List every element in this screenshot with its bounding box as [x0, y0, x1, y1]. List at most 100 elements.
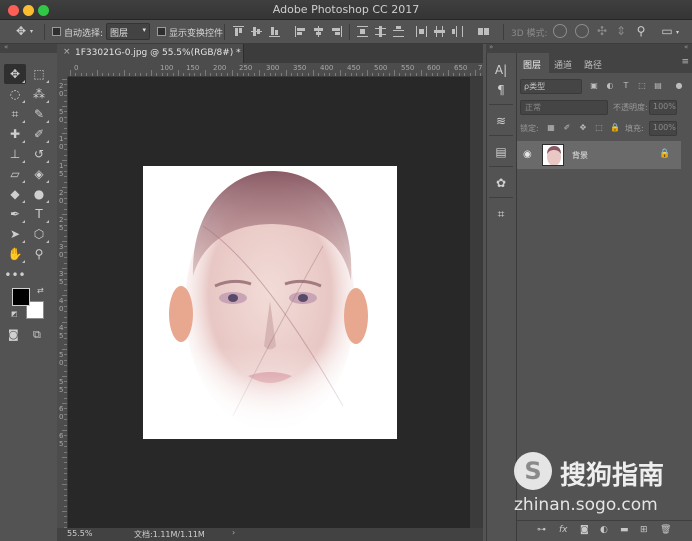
hand-tool-icon[interactable]: ✋	[4, 244, 26, 264]
shape-filter-icon[interactable]: ⬚	[637, 81, 647, 91]
distribute-bottom-icon[interactable]	[393, 26, 404, 37]
healing-brush-tool-icon[interactable]: ✚	[4, 124, 26, 144]
fill-field[interactable]: 100%	[649, 121, 677, 136]
new-layer-icon[interactable]: ⊞	[640, 525, 648, 535]
ruler-corner[interactable]	[57, 63, 68, 77]
adjustment-filter-icon[interactable]: ◐	[605, 81, 615, 91]
properties-panel-icon[interactable]: ▤	[490, 142, 512, 162]
eyedropper-tool-icon[interactable]: ✎	[28, 104, 50, 124]
lasso-tool-icon[interactable]: ◌	[4, 84, 26, 104]
pixel-filter-icon[interactable]: ▣	[589, 81, 599, 91]
fx-icon[interactable]: fx	[559, 525, 568, 535]
distribute-vcenter-icon[interactable]	[375, 26, 386, 37]
magic-wand-tool-icon[interactable]: ⁂	[28, 84, 50, 104]
collapse-icon[interactable]: «	[4, 43, 8, 51]
layer-name[interactable]: 背景	[572, 150, 588, 161]
blend-mode-dropdown[interactable]: 正常	[520, 100, 608, 115]
lock-transparent-icon[interactable]: ▦	[546, 123, 556, 133]
default-colors-icon[interactable]: ◩	[11, 310, 18, 318]
close-icon[interactable]: ×	[63, 47, 71, 57]
show-transform-checkbox[interactable]	[157, 27, 166, 36]
paint-bucket-tool-icon[interactable]: ◈	[28, 164, 50, 184]
3d-slide-icon[interactable]: ⇕	[614, 24, 628, 38]
workspace-icon[interactable]: ▭	[660, 24, 674, 38]
link-layers-icon[interactable]: ⊶	[537, 525, 546, 535]
zoom-tool-icon[interactable]: ⚲	[28, 244, 50, 264]
3d-pan-icon[interactable]: ✣	[595, 24, 609, 38]
distribute-left-icon[interactable]	[416, 26, 427, 37]
expand-icon[interactable]: »	[489, 43, 493, 51]
auto-select-checkbox[interactable]	[52, 27, 61, 36]
align-bottom-icon[interactable]	[269, 26, 280, 37]
lock-image-icon[interactable]: ✐	[562, 123, 572, 133]
lock-all-icon[interactable]: 🔒	[610, 123, 620, 133]
screen-mode-icon[interactable]: ⧉	[33, 328, 41, 342]
auto-align-layers-icon[interactable]	[478, 26, 489, 37]
chevron-down-icon[interactable]: ▾	[676, 29, 679, 36]
3d-rotate-icon[interactable]	[553, 24, 567, 38]
crop-tool-icon[interactable]: ⌗	[4, 104, 26, 124]
character-panel-icon[interactable]: A|	[490, 60, 512, 80]
chevron-right-icon[interactable]: ›	[232, 528, 235, 537]
align-right-icon[interactable]	[331, 26, 342, 37]
align-left-icon[interactable]	[295, 26, 306, 37]
distribute-hcenter-icon[interactable]	[434, 26, 445, 37]
vertical-ruler[interactable]: 2 0 5 0 1 0 1 5 2 0 2 5 3 0 3 5 4 0 4 5 …	[57, 77, 68, 528]
filter-toggle-icon[interactable]: ●	[674, 81, 684, 91]
dock-header[interactable]: » «	[486, 43, 692, 53]
eraser-tool-icon[interactable]: ▱	[4, 164, 26, 184]
document-image[interactable]	[143, 166, 397, 439]
panel-menu-icon[interactable]: ≡	[681, 57, 689, 67]
add-mask-icon[interactable]: ◙	[580, 525, 589, 535]
document-tab[interactable]: × 1F33021G-0.jpg @ 55.5%(RGB/8#) *	[57, 44, 244, 63]
smart-object-filter-icon[interactable]: ▤	[653, 81, 663, 91]
lock-artboard-icon[interactable]: ⬚	[594, 123, 604, 133]
align-horizontal-center-icon[interactable]	[313, 26, 324, 37]
more-tools-icon[interactable]: •••	[4, 265, 26, 285]
blur-tool-icon[interactable]: ◆	[4, 184, 26, 204]
chevron-down-icon[interactable]: ▾	[30, 28, 33, 35]
layer-row[interactable]: ◉ 背景 🔒	[517, 141, 681, 169]
layers-panel-icon[interactable]: ≋	[490, 111, 512, 131]
clone-stamp-tool-icon[interactable]: ⊥	[4, 144, 26, 164]
crop-panel-icon[interactable]: ⌗	[490, 204, 512, 224]
search-icon[interactable]: ⚲	[634, 24, 648, 38]
collapse-icon[interactable]: «	[684, 43, 688, 51]
distribute-top-icon[interactable]	[357, 26, 368, 37]
move-tool-icon[interactable]: ✥	[4, 64, 26, 84]
auto-select-target-dropdown[interactable]: 图层 ▾	[106, 23, 150, 40]
type-filter-icon[interactable]: T	[621, 81, 631, 91]
pen-tool-icon[interactable]: ✒	[4, 204, 26, 224]
brush-tool-icon[interactable]: ✐	[28, 124, 50, 144]
history-brush-tool-icon[interactable]: ↺	[28, 144, 50, 164]
swap-colors-icon[interactable]: ⇄	[37, 286, 44, 295]
lock-position-icon[interactable]: ✥	[578, 123, 588, 133]
adjustments-panel-icon[interactable]: ✿	[490, 173, 512, 193]
horizontal-ruler[interactable]: 0 100 150 200 250 300 350 400 450 500 55…	[68, 63, 483, 77]
tab-paths[interactable]: 路径	[584, 58, 602, 71]
path-selection-tool-icon[interactable]: ➤	[4, 224, 26, 244]
adjustment-layer-icon[interactable]: ◐	[600, 525, 608, 535]
trash-icon[interactable]: 🗑	[660, 525, 671, 535]
type-tool-icon[interactable]: T	[28, 204, 50, 224]
new-group-icon[interactable]: ▬	[620, 525, 629, 535]
align-top-icon[interactable]	[233, 26, 244, 37]
quick-mask-icon[interactable]: ◙	[8, 328, 19, 341]
align-vertical-center-icon[interactable]	[251, 26, 262, 37]
vertical-scrollbar[interactable]	[470, 77, 483, 528]
filter-kind-dropdown[interactable]: ρ类型	[520, 79, 582, 94]
toolbox-header[interactable]: «	[0, 43, 57, 53]
foreground-color-swatch[interactable]	[12, 288, 30, 306]
paragraph-panel-icon[interactable]: ¶	[490, 80, 512, 100]
shape-tool-icon[interactable]: ⬡	[28, 224, 50, 244]
move-tool-preset-icon[interactable]: ✥	[14, 24, 28, 38]
opacity-field[interactable]: 100%	[649, 100, 677, 115]
distribute-right-icon[interactable]	[452, 26, 463, 37]
tab-layers[interactable]: 图层	[523, 58, 541, 71]
dodge-tool-icon[interactable]: ●	[28, 184, 50, 204]
eye-icon[interactable]: ◉	[523, 149, 532, 160]
3d-roll-icon[interactable]	[575, 24, 589, 38]
marquee-tool-icon[interactable]: ⬚	[28, 64, 50, 84]
zoom-level[interactable]: 55.5%	[67, 529, 92, 538]
tab-channels[interactable]: 通道	[554, 58, 572, 71]
